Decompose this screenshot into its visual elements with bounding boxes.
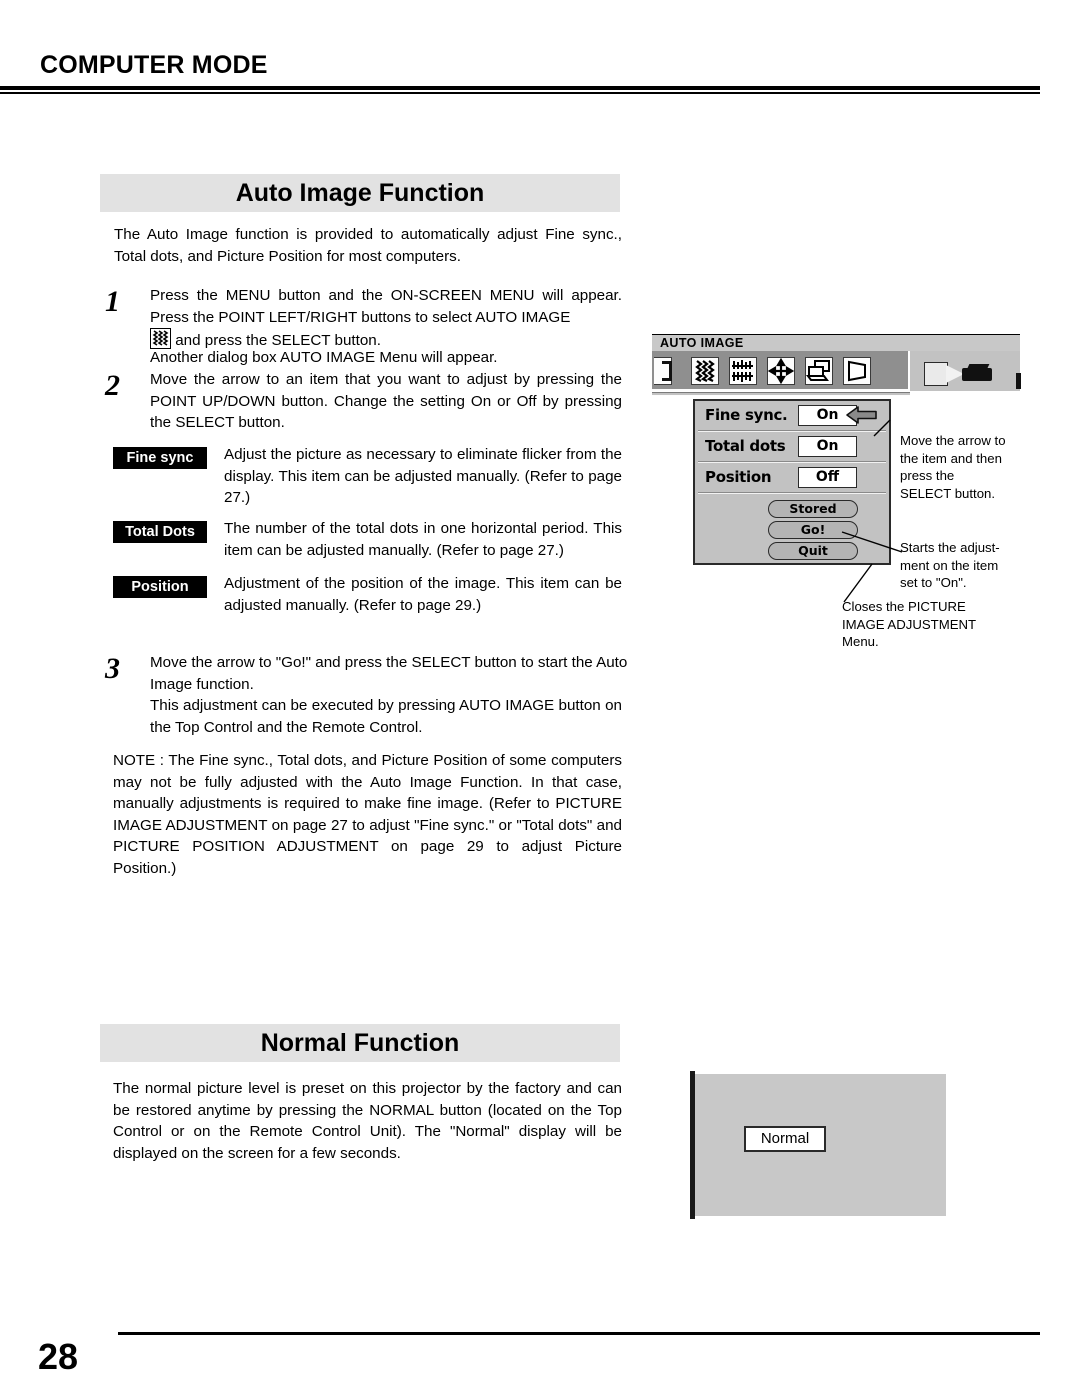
callout-3-line-1: Closes the PICTURE <box>842 599 966 614</box>
step-number-2: 2 <box>105 369 120 402</box>
dialog-separator-3 <box>698 492 886 494</box>
osd-menu-bar: AUTO IMAGE <box>652 334 1021 397</box>
callout-1-line-4: SELECT button. <box>900 485 996 501</box>
stored-button[interactable]: Stored <box>768 500 858 518</box>
dialog-label-total-dots: Total dots <box>705 437 786 455</box>
osd-icon-bar <box>652 351 1021 391</box>
normal-body-paragraph: The normal picture level is preset on th… <box>113 1080 622 1162</box>
dialog-value-position[interactable]: Off <box>798 467 857 488</box>
step-number-1: 1 <box>105 285 120 318</box>
auto-image-zigzag-icon <box>150 328 171 349</box>
item-tag-total-dots: Total Dots <box>113 521 207 543</box>
callout-move-arrow: Move the arrow to the item and then pres… <box>900 432 1065 502</box>
dialog-label-fine-sync: Fine sync. <box>705 406 788 424</box>
total-dots-bars-icon[interactable] <box>729 357 757 385</box>
position-arrows-icon[interactable] <box>767 357 795 385</box>
osd-bar-underline <box>652 392 910 396</box>
callout-closes-menu: Closes the PICTURE IMAGE ADJUSTMENT Menu… <box>842 598 1042 651</box>
callout-2-line-1: Starts the adjust- <box>900 540 1000 555</box>
callout-starts-adjustment: Starts the adjust- ment on the item set … <box>900 539 1070 592</box>
computer-screen-icon[interactable] <box>805 357 833 385</box>
section-banner-normal-label: Normal Function <box>260 1029 460 1057</box>
auto-image-intro-paragraph: The Auto Image function is provided to a… <box>114 226 622 265</box>
section-banner-normal: Normal Function <box>100 1024 620 1062</box>
normal-display-label: Normal <box>744 1126 826 1152</box>
partial-bracket-icon[interactable] <box>654 357 674 385</box>
normal-display-left-edge <box>690 1071 695 1219</box>
section-banner-auto-image-label: Auto Image Function <box>235 179 485 207</box>
item-tag-position: Position <box>113 576 207 598</box>
note-paragraph: NOTE : The Fine sync., Total dots, and P… <box>113 752 622 877</box>
callout-1-line-1: Move the arrow to <box>900 433 1006 448</box>
footer-divider <box>118 1332 1040 1335</box>
item-desc-total-dots: The number of the total dots in one hori… <box>224 520 622 559</box>
step-3-text-part2: This adjustment can be executed by press… <box>150 697 622 736</box>
header-divider <box>0 86 1040 90</box>
keystone-icon[interactable] <box>843 357 871 385</box>
item-tag-fine-sync: Fine sync <box>113 447 207 469</box>
step-3-text: Move the arrow to "Go!" and press the SE… <box>150 654 628 693</box>
callout-2-line-2: ment on the item <box>900 557 999 573</box>
step-2-text: Move the arrow to an item that you want … <box>150 371 622 431</box>
step-1-text-part3: Another dialog box AUTO IMAGE Menu will … <box>150 349 498 366</box>
projector-screen-icon <box>924 362 948 386</box>
projector-top-icon <box>966 364 990 370</box>
page-number: 28 <box>38 1336 79 1377</box>
dialog-value-total-dots[interactable]: On <box>798 436 857 457</box>
dialog-row-position[interactable]: Position Off <box>695 463 889 492</box>
item-desc-position: Adjustment of the position of the image.… <box>224 575 622 614</box>
osd-menu-title: AUTO IMAGE <box>660 336 744 350</box>
callout-1-line-2: the item and then <box>900 450 1002 466</box>
item-desc-fine-sync: Adjust the picture as necessary to elimi… <box>224 446 622 506</box>
fine-sync-zigzag-icon[interactable] <box>691 357 719 385</box>
page-header: COMPUTER MODE <box>40 50 1040 80</box>
header-divider-secondary <box>0 92 1040 94</box>
osd-bar-right-edge <box>1016 373 1021 389</box>
page-title: COMPUTER MODE <box>40 51 268 79</box>
callout-3-line-3: Menu. <box>842 634 879 649</box>
callout-2-line-3: set to "On". <box>900 575 967 590</box>
step-1-text-part1: Press the MENU button and the ON-SCREEN … <box>150 287 622 326</box>
dialog-label-position: Position <box>705 468 772 486</box>
osd-title-bar: AUTO IMAGE <box>652 334 1020 351</box>
callout-1-line-3: press the <box>900 468 955 483</box>
callout-3-line-2: IMAGE ADJUSTMENT <box>842 616 977 632</box>
step-number-3: 3 <box>105 652 120 685</box>
section-banner-auto-image: Auto Image Function <box>100 174 620 212</box>
